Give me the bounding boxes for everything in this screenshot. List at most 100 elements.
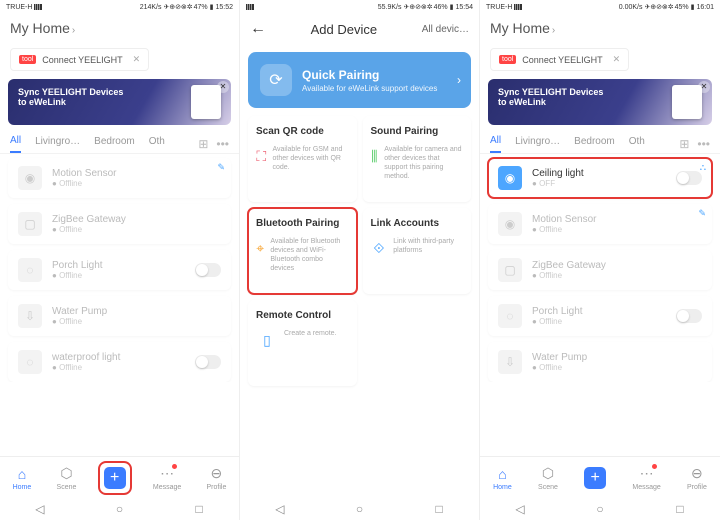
motion-sensor-icon: ◉ [18, 166, 42, 190]
recent-icon[interactable]: □ [192, 502, 206, 516]
home-icon: ⌂ [13, 465, 31, 483]
promo-banner[interactable]: Sync YEELIGHT Devices to eWeLink ✕ [8, 79, 231, 125]
device-waterproof-light[interactable]: ◌ waterproof light● Offline [8, 342, 231, 382]
home-icon[interactable]: ○ [352, 502, 366, 516]
nav-profile[interactable]: ⊖Profile [687, 465, 707, 491]
toggle-switch[interactable] [195, 263, 221, 277]
back-icon[interactable]: ◁ [273, 502, 287, 516]
room-tabs: All Livingro… Bedroom Oth ⊞ ••• [480, 129, 720, 154]
toggle-switch[interactable] [676, 171, 702, 185]
home-header: My Home› [0, 14, 239, 44]
connect-yeelight-pill[interactable]: tool Connect YEELIGHT ✕ [490, 48, 629, 71]
tab-all[interactable]: All [490, 135, 501, 153]
notification-dot [172, 464, 177, 469]
method-link-accounts[interactable]: Link Accounts ⟐Link with third-party pla… [363, 208, 472, 294]
lan-icon: ⛬ [700, 162, 706, 173]
recent-icon[interactable]: □ [673, 502, 687, 516]
nav-profile[interactable]: ⊖Profile [207, 465, 227, 491]
back-arrow-icon[interactable]: ← [250, 20, 266, 38]
quick-pairing-icon: ⟳ [260, 64, 292, 96]
remote-icon: ▯ [256, 329, 278, 351]
more-icon[interactable]: ••• [697, 137, 710, 151]
tab-bedroom[interactable]: Bedroom [94, 136, 135, 152]
pump-icon: ⇩ [18, 304, 42, 328]
device-motion-sensor[interactable]: ◉ Motion Sensor● Offline ✎ [8, 158, 231, 198]
tab-other[interactable]: Oth [149, 136, 165, 152]
device-ceiling-light[interactable]: ◉ Ceiling light● OFF ⛬ [488, 158, 712, 198]
back-icon[interactable]: ◁ [513, 502, 527, 516]
device-zigbee-gateway[interactable]: ▢ ZigBee Gateway● Offline [488, 250, 712, 290]
nav-home[interactable]: ⌂Home [13, 465, 32, 491]
nav-scene[interactable]: ⬡Scene [538, 465, 558, 491]
method-bluetooth-pairing[interactable]: Bluetooth Pairing ⌖Available for Bluetoo… [248, 208, 357, 294]
device-motion-sensor[interactable]: ◉ Motion Sensor● Offline ✎ [488, 204, 712, 244]
device-water-pump[interactable]: ⇩ Water Pump● Offline [8, 296, 231, 336]
method-scan-qr[interactable]: Scan QR code ⛶Available for GSM and othe… [248, 116, 357, 202]
connect-yeelight-pill[interactable]: tool Connect YEELIGHT ✕ [10, 48, 149, 71]
grid-icon[interactable]: ⊞ [679, 137, 689, 151]
system-nav: ◁ ○ □ [0, 498, 239, 520]
home-title[interactable]: My Home [490, 20, 550, 36]
status-bar: TRUE-H 214K/s✈ ⊕ ⊘ ⊗ ✲47%▮15:52 [0, 0, 239, 14]
nav-scene[interactable]: ⬡Scene [57, 465, 77, 491]
device-porch-light[interactable]: ◌ Porch Light● Offline [8, 250, 231, 290]
pill-text: Connect YEELIGHT [42, 55, 122, 65]
cloud-icon: ✎ [217, 162, 225, 173]
method-sound-pairing[interactable]: Sound Pairing ⫼Available for camera and … [363, 116, 472, 202]
nav-add[interactable]: + [584, 467, 606, 489]
pill-badge: tool [499, 55, 516, 64]
screen-add-device: 55.9K/s✈ ⊕ ⊘ ⊗ ✲46%▮15:54 ← Add Device A… [240, 0, 480, 520]
bottom-nav: ⌂Home ⬡Scene + ⋯Message ⊖Profile [0, 456, 239, 498]
toggle-switch[interactable] [676, 309, 702, 323]
nav-home[interactable]: ⌂Home [493, 465, 512, 491]
light-icon: ◌ [498, 304, 522, 328]
home-icon[interactable]: ○ [112, 502, 126, 516]
notification-dot [652, 464, 657, 469]
tab-other[interactable]: Oth [629, 136, 645, 152]
all-devices-link[interactable]: All devic… [422, 24, 469, 35]
pill-text: Connect YEELIGHT [522, 55, 602, 65]
chevron-right-icon: › [552, 25, 555, 36]
cloud-icon: ✎ [698, 208, 706, 219]
device-porch-light[interactable]: ◌ Porch Light● Offline [488, 296, 712, 336]
system-nav: ◁ ○ □ [480, 498, 720, 520]
recent-icon[interactable]: □ [432, 502, 446, 516]
profile-icon: ⊖ [688, 465, 706, 483]
status-bar: TRUE-H 0.00K/s✈ ⊕ ⊘ ⊗ ✲45%▮16:01 [480, 0, 720, 14]
system-nav: ◁ ○ □ [240, 498, 479, 520]
tab-all[interactable]: All [10, 135, 21, 153]
tab-bedroom[interactable]: Bedroom [574, 136, 615, 152]
home-icon[interactable]: ○ [593, 502, 607, 516]
more-icon[interactable]: ••• [216, 137, 229, 151]
promo-banner[interactable]: Sync YEELIGHT Devices to eWeLink ✕ [488, 79, 712, 125]
nav-message[interactable]: ⋯Message [153, 465, 181, 491]
banner-close-icon[interactable]: ✕ [217, 81, 229, 93]
light-icon: ◌ [18, 258, 42, 282]
device-water-pump[interactable]: ⇩ Water Pump● Offline [488, 342, 712, 382]
room-tabs: All Livingro… Bedroom Oth ⊞ ••• [0, 129, 239, 154]
quick-pairing-card[interactable]: ⟳ Quick Pairing Available for eWeLink su… [248, 52, 471, 108]
tab-livingroom[interactable]: Livingro… [35, 136, 80, 152]
home-title[interactable]: My Home [10, 20, 70, 36]
close-icon[interactable]: ✕ [613, 54, 621, 65]
close-icon[interactable]: ✕ [133, 54, 141, 65]
add-device-header: ← Add Device All devic… [240, 14, 479, 44]
toggle-switch[interactable] [195, 355, 221, 369]
phone-graphic [672, 85, 702, 119]
sound-wave-icon: ⫼ [371, 145, 379, 167]
method-remote-control[interactable]: Remote Control ▯Create a remote. [248, 300, 357, 386]
screen-home-1: TRUE-H 214K/s✈ ⊕ ⊘ ⊗ ✲47%▮15:52 My Home›… [0, 0, 240, 520]
grid-icon[interactable]: ⊞ [198, 137, 208, 151]
back-icon[interactable]: ◁ [33, 502, 47, 516]
device-zigbee-gateway[interactable]: ▢ ZigBee Gateway● Offline [8, 204, 231, 244]
phone-graphic [191, 85, 221, 119]
tab-livingroom[interactable]: Livingro… [515, 136, 560, 152]
nav-message[interactable]: ⋯Message [632, 465, 660, 491]
light-icon: ◌ [18, 350, 42, 374]
status-bar: 55.9K/s✈ ⊕ ⊘ ⊗ ✲46%▮15:54 [240, 0, 479, 14]
page-title: Add Device [311, 22, 377, 37]
nav-add[interactable]: + [102, 465, 128, 491]
gateway-icon: ▢ [18, 212, 42, 236]
banner-close-icon[interactable]: ✕ [698, 81, 710, 93]
home-icon: ⌂ [493, 465, 511, 483]
